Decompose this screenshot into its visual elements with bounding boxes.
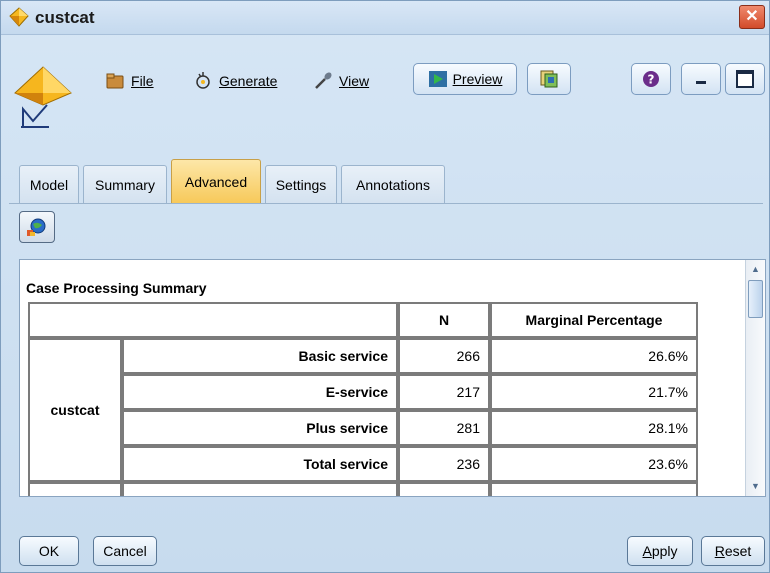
view-menu[interactable]: View [313,67,369,95]
tab-advanced-label: Advanced [184,173,248,190]
tab-summary-label: Summary [95,176,155,193]
partial-cell [398,482,490,496]
partial-cell [122,482,398,496]
folder-icon [106,73,124,89]
tab-settings[interactable]: Settings [265,165,337,203]
partial-cell [28,482,122,496]
row-n: 266 [398,338,490,374]
apply-label: Apply [642,543,678,559]
row-pct: 26.6% [490,338,698,374]
tab-annotations[interactable]: Annotations [341,165,445,203]
header-blank-cell [28,302,398,338]
copy-button[interactable] [527,63,571,95]
generate-icon [196,72,210,89]
title-bar: custcat ✕ [1,1,769,35]
case-processing-summary-table: N Marginal Percentage custcat Basic serv… [28,302,698,496]
window-title: custcat [35,8,95,27]
tab-annotations-label: Annotations [356,176,430,193]
table-row: Total service 236 23.6% [28,446,698,482]
cancel-button[interactable]: Cancel [93,536,157,566]
table-row: Plus service 281 28.1% [28,410,698,446]
table-header-row: N Marginal Percentage [28,302,698,338]
row-label: Total service [122,446,398,482]
row-label: Plus service [122,410,398,446]
scrollbar-thumb[interactable] [748,280,763,318]
ok-button[interactable]: OK [19,536,79,566]
maximize-button[interactable] [725,63,765,95]
header-marginal-percentage: Marginal Percentage [490,302,698,338]
partial-cell [490,482,698,496]
diamond-model-icon [9,7,29,27]
row-pct: 21.7% [490,374,698,410]
scroll-up-icon[interactable]: ▲ [747,261,764,278]
generate-menu[interactable]: Generate [193,67,277,95]
close-icon: ✕ [745,8,759,25]
preview-button[interactable]: Preview [413,63,517,95]
help-icon: ? [643,71,659,87]
reset-label: Reset [714,543,752,559]
row-pct: 28.1% [490,410,698,446]
svg-text:?: ? [648,73,655,87]
table-row: E-service 217 21.7% [28,374,698,410]
globe-icon [27,218,46,236]
row-label: Basic service [122,338,398,374]
minimize-button[interactable] [681,63,721,95]
maximize-icon [736,70,754,88]
table-row-partial [28,482,698,496]
output-viewer: Case Processing Summary N Marginal Perce… [19,259,766,497]
close-button[interactable]: ✕ [739,5,765,29]
row-n: 281 [398,410,490,446]
apply-button[interactable]: Apply [627,536,693,566]
copy-icon [540,70,558,88]
tab-model[interactable]: Model [19,165,79,203]
globe-button[interactable] [19,211,55,243]
vertical-scrollbar[interactable]: ▲ ▼ [745,260,765,496]
generate-menu-label: Generate [219,73,278,89]
model-window: custcat ✕ File Generate View Preview ? M… [0,0,770,573]
view-menu-label: View [339,73,370,89]
file-menu[interactable]: File [105,67,154,95]
row-label: E-service [122,374,398,410]
tab-settings-label: Settings [275,176,327,193]
ok-label: OK [38,543,60,559]
play-icon [428,71,447,87]
row-n: 236 [398,446,490,482]
scroll-down-icon[interactable]: ▼ [747,478,764,495]
tab-advanced[interactable]: Advanced [171,159,261,203]
tab-summary[interactable]: Summary [83,165,167,203]
output-title: Case Processing Summary [26,280,207,296]
row-pct: 23.6% [490,446,698,482]
eyedropper-icon [315,72,332,89]
header-n: N [398,302,490,338]
file-menu-label: File [131,73,154,89]
reset-button[interactable]: Reset [701,536,765,566]
tab-model-label: Model [29,176,69,193]
minimize-icon [696,81,706,84]
cancel-label: Cancel [103,543,147,559]
help-button[interactable]: ? [631,63,671,95]
model-nugget-icon [14,66,72,128]
table-row: custcat Basic service 266 26.6% [28,338,698,482]
preview-label: Preview [452,71,503,87]
row-n: 217 [398,374,490,410]
row-group-label: custcat [28,338,122,482]
